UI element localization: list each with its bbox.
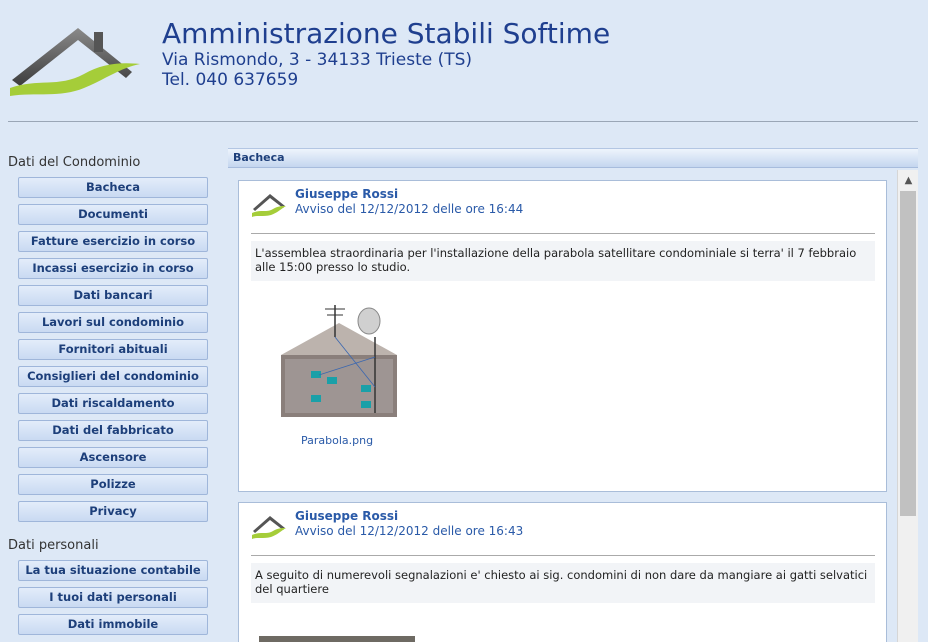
- house-avatar-icon: [252, 194, 286, 217]
- sidebar-item-consiglieri[interactable]: Consiglieri del condominio: [18, 366, 208, 387]
- sidebar-item-incassi[interactable]: Incassi esercizio in corso: [18, 258, 208, 279]
- scroll-up-arrow-icon[interactable]: ▲: [898, 172, 919, 189]
- sidebar-item-dati-bancari[interactable]: Dati bancari: [18, 285, 208, 306]
- sidebar-item-dati-immobile[interactable]: Dati immobile: [18, 614, 208, 635]
- sidebar-item-ascensore[interactable]: Ascensore: [18, 447, 208, 468]
- post-text: A seguito di numerevoli segnalazioni e' …: [251, 563, 875, 603]
- sidebar-item-privacy[interactable]: Privacy: [18, 501, 208, 522]
- sidebar-section-condominio-title: Dati del Condominio: [8, 155, 141, 170]
- sidebar-item-bacheca[interactable]: Bacheca: [18, 177, 208, 198]
- notice-post: Giuseppe Rossi Avviso del 12/12/2012 del…: [238, 180, 887, 492]
- sidebar-item-situazione-contabile[interactable]: La tua situazione contabile: [18, 560, 208, 581]
- post-author: Giuseppe Rossi: [295, 509, 399, 523]
- house-avatar-icon: [252, 516, 286, 539]
- house-logo-icon: [10, 28, 140, 96]
- scrollbar[interactable]: ▲: [897, 170, 918, 642]
- sidebar-item-fatture[interactable]: Fatture esercizio in corso: [18, 231, 208, 252]
- post-author: Giuseppe Rossi: [295, 187, 399, 201]
- panel-title: Bacheca: [228, 148, 918, 168]
- site-header: Amministrazione Stabili Softime Via Rism…: [0, 0, 928, 122]
- header-divider: [8, 121, 918, 122]
- attachment-thumbnail[interactable]: [259, 636, 415, 642]
- site-phone: Tel. 040 637659: [162, 70, 299, 90]
- sidebar-item-polizze[interactable]: Polizze: [18, 474, 208, 495]
- notice-board: Giuseppe Rossi Avviso del 12/12/2012 del…: [228, 170, 918, 642]
- site-address: Via Rismondo, 3 - 34133 Trieste (TS): [162, 50, 473, 70]
- sidebar-item-dati-personali[interactable]: I tuoi dati personali: [18, 587, 208, 608]
- sidebar-item-fabbricato[interactable]: Dati del fabbricato: [18, 420, 208, 441]
- sidebar-item-documenti[interactable]: Documenti: [18, 204, 208, 225]
- post-text: L'assemblea straordinaria per l'installa…: [251, 241, 875, 281]
- scroll-thumb[interactable]: [900, 191, 916, 516]
- attachment-link[interactable]: Parabola.png: [301, 434, 373, 447]
- sidebar-item-riscaldamento[interactable]: Dati riscaldamento: [18, 393, 208, 414]
- notice-post: Giuseppe Rossi Avviso del 12/12/2012 del…: [238, 502, 887, 642]
- post-divider: [251, 555, 875, 556]
- sidebar-item-fornitori[interactable]: Fornitori abituali: [18, 339, 208, 360]
- sidebar-section-personali-title: Dati personali: [8, 538, 99, 553]
- post-date: Avviso del 12/12/2012 delle ore 16:44: [295, 202, 524, 216]
- post-date: Avviso del 12/12/2012 delle ore 16:43: [295, 524, 524, 538]
- post-divider: [251, 233, 875, 234]
- sidebar-item-lavori[interactable]: Lavori sul condominio: [18, 312, 208, 333]
- attachment-thumbnail[interactable]: [279, 297, 404, 421]
- site-title: Amministrazione Stabili Softime: [162, 17, 611, 50]
